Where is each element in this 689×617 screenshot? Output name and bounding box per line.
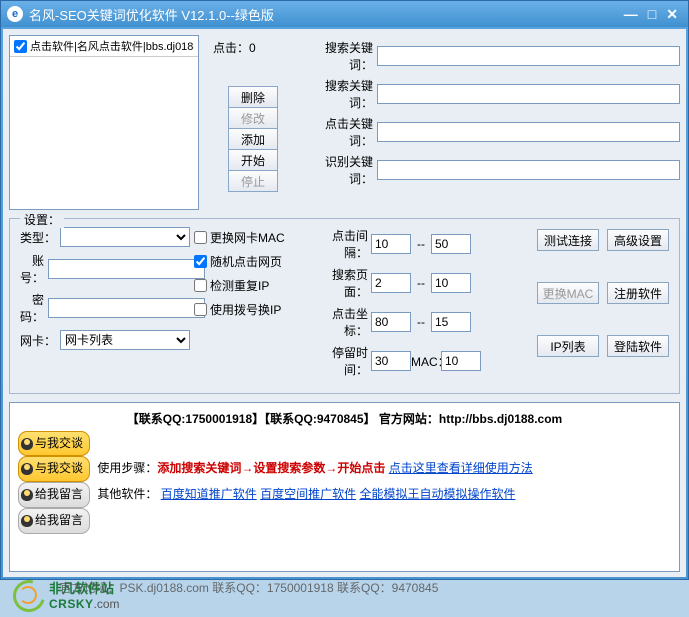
test-connection-button[interactable]: 测试连接 [537, 229, 599, 251]
account-input[interactable] [48, 259, 205, 279]
footer: 非凡软件站 CRSKY.com 官方论坛：PSK.dj0188.com 联系QQ… [9, 576, 680, 613]
page-a-input[interactable] [371, 273, 411, 293]
list-header-text: 点击软件|名风点击软件|bbs.dj0188.com|鼠标连点 [30, 38, 194, 54]
footer-text: 官方论坛：PSK.dj0188.com 联系QQ：1750001918 联系QQ… [60, 579, 439, 596]
window-title: 名风-SEO关键词优化软件 V12.1.0--绿色版 [29, 5, 624, 24]
mac-input[interactable] [441, 351, 481, 371]
random-click-checkbox[interactable] [194, 255, 207, 268]
interval-b-input[interactable] [431, 234, 471, 254]
coord-a-input[interactable] [371, 312, 411, 332]
msg-badge-1[interactable]: 给我留言 [18, 482, 90, 508]
titlebar[interactable]: e 名风-SEO关键词优化软件 V12.1.0--绿色版 — □ ✕ [1, 1, 688, 27]
modify-button[interactable]: 修改 [228, 107, 278, 129]
check-dup-checkbox[interactable] [194, 279, 207, 292]
stop-button[interactable]: 停止 [228, 170, 278, 192]
settings-legend: 设置： [20, 211, 64, 228]
change-mac-button[interactable]: 更换MAC [537, 282, 599, 304]
delete-button[interactable]: 删除 [228, 86, 278, 108]
change-mac-checkbox[interactable] [194, 231, 207, 244]
add-button[interactable]: 添加 [228, 128, 278, 150]
detail-link[interactable]: 点击这里查看详细使用方法 [389, 461, 533, 475]
chat-badge-1[interactable]: 与我交谈 [18, 431, 90, 457]
register-button[interactable]: 注册软件 [607, 282, 669, 304]
other-link-3[interactable]: 全能模拟王自动模拟操作软件 [359, 487, 515, 501]
qq-icon [21, 489, 33, 501]
minimize-button[interactable]: — [624, 6, 638, 23]
password-input[interactable] [48, 298, 205, 318]
qq-icon [21, 463, 33, 475]
close-button[interactable]: ✕ [666, 6, 678, 23]
start-button[interactable]: 开始 [228, 149, 278, 171]
click-keyword-label: 点击关键词： [307, 115, 377, 149]
identify-keyword-input[interactable] [377, 160, 680, 180]
qq-icon [21, 515, 33, 527]
list-header[interactable]: 点击软件|名风点击软件|bbs.dj0188.com|鼠标连点 [10, 36, 198, 57]
client-area: 点击软件|名风点击软件|bbs.dj0188.com|鼠标连点 点击：0 删除 … [3, 29, 686, 577]
chat-badge-2[interactable]: 与我交谈 [18, 456, 90, 482]
app-window: e 名风-SEO关键词优化软件 V12.1.0--绿色版 — □ ✕ 点击软件|… [0, 0, 689, 580]
login-button[interactable]: 登陆软件 [607, 335, 669, 357]
dialup-checkbox[interactable] [194, 303, 207, 316]
settings-group: 设置： 类型： 账号： 密码： 网卡：网卡列表 更换网卡MAC 随机点击网页 检… [9, 218, 680, 394]
msg-badge-2[interactable]: 给我留言 [18, 508, 90, 534]
qq-icon [21, 438, 33, 450]
page-b-input[interactable] [431, 273, 471, 293]
click-keyword-input[interactable] [377, 122, 680, 142]
info-panel: 【联系QQ:1750001918】【联系QQ:9470845】 官方网站：htt… [9, 402, 680, 572]
task-list[interactable]: 点击软件|名风点击软件|bbs.dj0188.com|鼠标连点 [9, 35, 199, 210]
other-link-2[interactable]: 百度空间推广软件 [260, 487, 356, 501]
identify-keyword-label: 识别关键词： [307, 153, 377, 187]
coord-b-input[interactable] [431, 312, 471, 332]
advanced-settings-button[interactable]: 高级设置 [607, 229, 669, 251]
stay-input[interactable] [371, 351, 411, 371]
search-keyword-2-input[interactable] [377, 84, 680, 104]
ip-list-button[interactable]: IP列表 [537, 335, 599, 357]
select-all-checkbox[interactable] [14, 40, 27, 53]
other-link-1[interactable]: 百度知道推广软件 [161, 487, 257, 501]
search-keyword-2-label: 搜索关键词： [307, 77, 377, 111]
crsky-logo-icon [13, 580, 43, 610]
search-keyword-1-label: 搜索关键词： [307, 39, 377, 73]
click-count: 点击：0 [203, 39, 303, 56]
contact-line: 【联系QQ:1750001918】【联系QQ:9470845】 官方网站：htt… [18, 409, 671, 431]
nic-select[interactable]: 网卡列表 [60, 330, 190, 350]
maximize-button[interactable]: □ [648, 6, 656, 23]
type-select[interactable] [60, 227, 190, 247]
search-keyword-1-input[interactable] [377, 46, 680, 66]
interval-a-input[interactable] [371, 234, 411, 254]
app-icon: e [7, 6, 23, 22]
